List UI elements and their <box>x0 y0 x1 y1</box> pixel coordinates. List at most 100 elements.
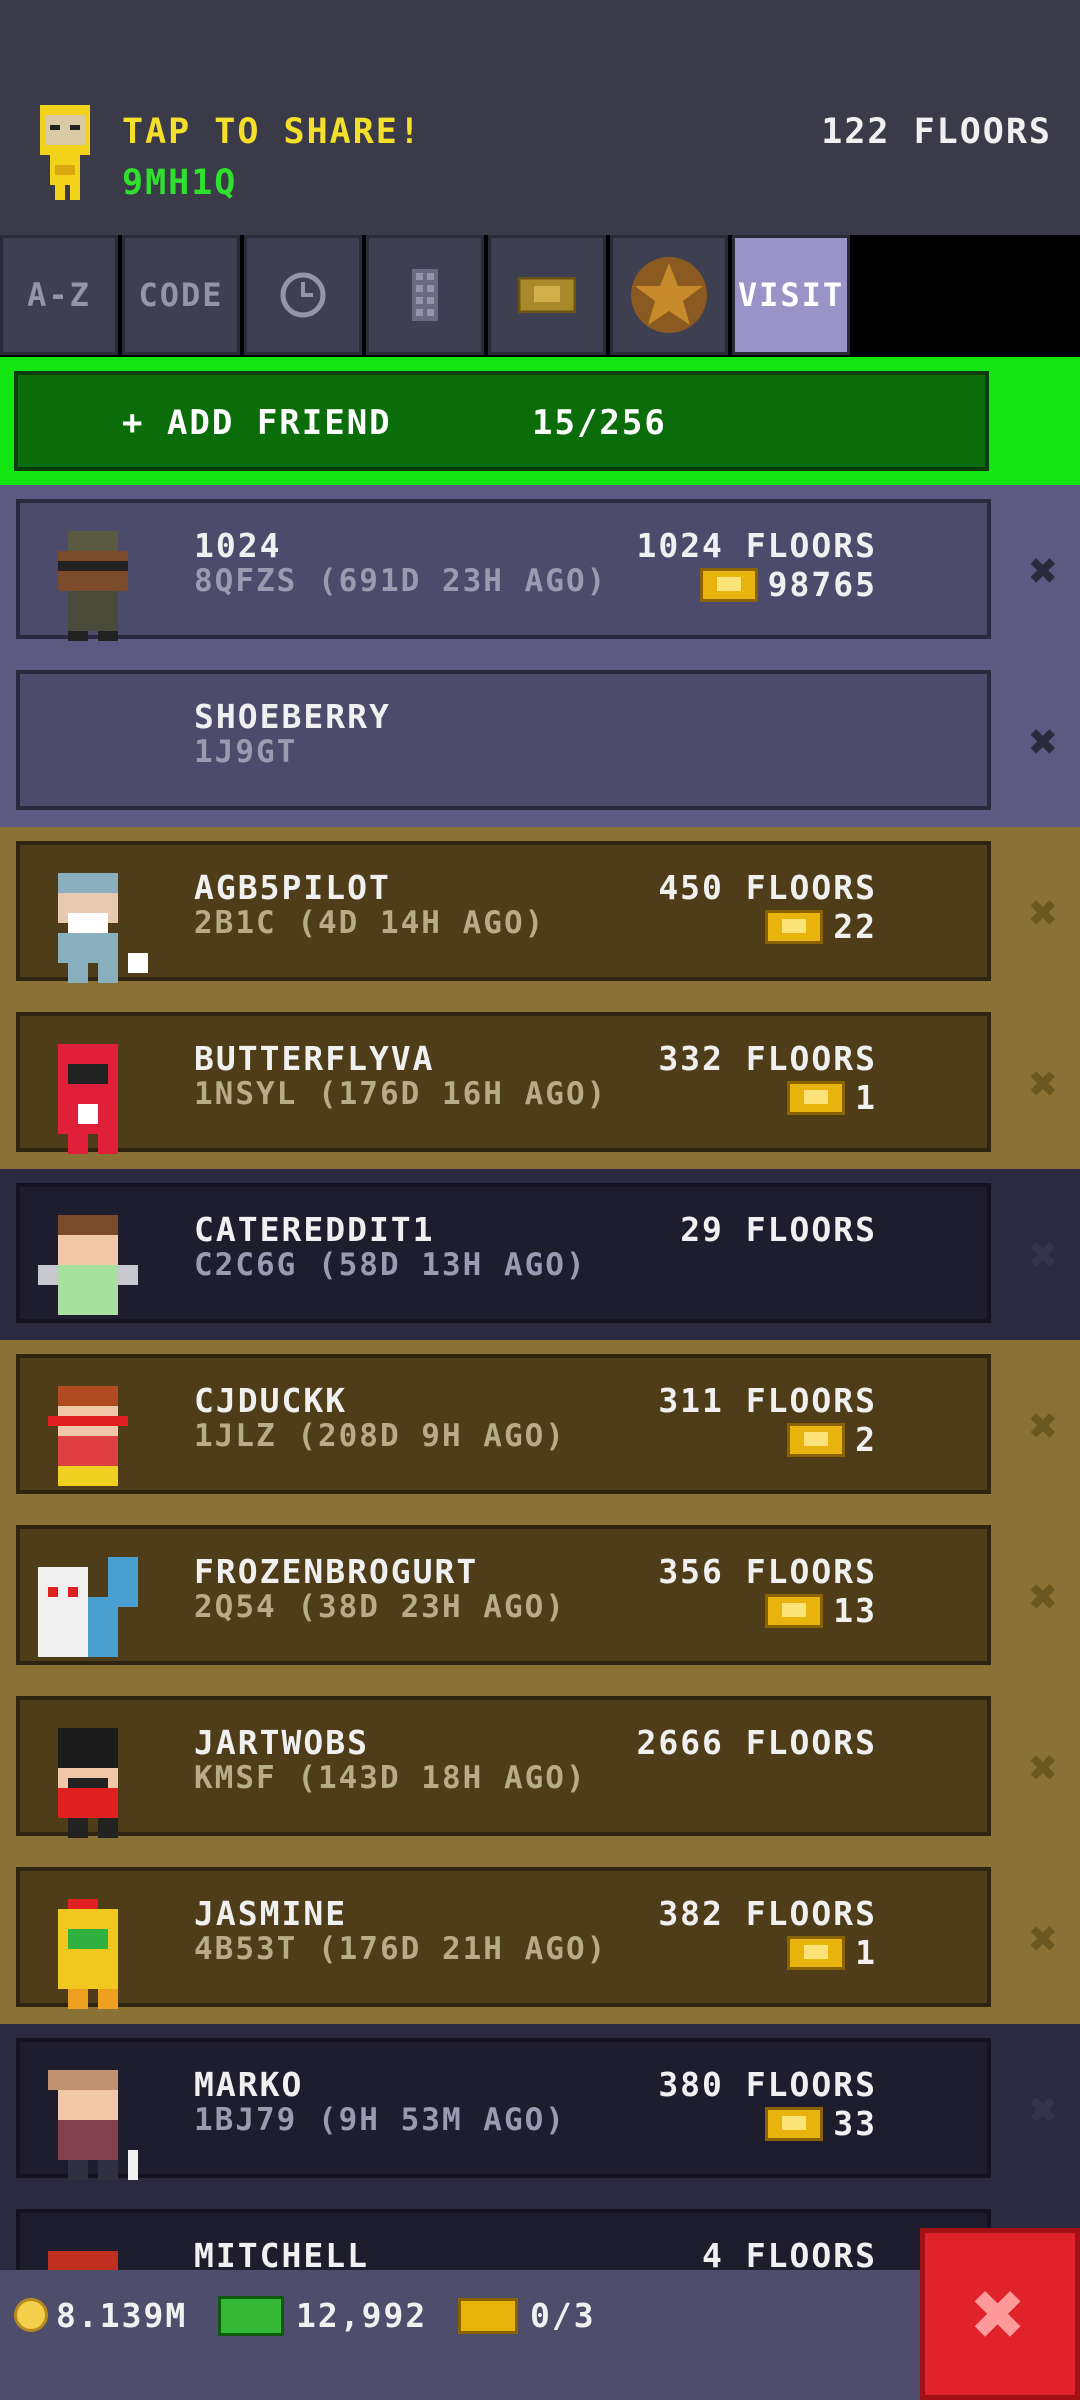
bux-icon <box>787 1422 846 1457</box>
friend-floors: 450 FLOORS <box>658 868 877 907</box>
friend-row[interactable]: JARTWOBS KMSF (143D 18H AGO) 2666 FLOORS… <box>0 1682 1080 1853</box>
coin-icon <box>14 2298 48 2332</box>
friend-card[interactable]: FROZENBROGURT 2Q54 (38D 23H AGO) 356 FLO… <box>16 1525 991 1665</box>
remove-friend-icon[interactable]: ✖ <box>1029 1569 1060 1625</box>
remove-friend-icon[interactable]: ✖ <box>1029 543 1060 599</box>
friend-row[interactable]: AGB5PILOT 2B1C (4D 14H AGO) 450 FLOORS 2… <box>0 827 1080 998</box>
add-friend-bar: + ADD FRIEND 15/256 <box>0 357 1080 485</box>
friend-code: C2C6G (58D 13H AGO) <box>194 1247 587 1283</box>
friend-row[interactable]: BUTTERFLYVA 1NSYL (176D 16H AGO) 332 FLO… <box>0 998 1080 1169</box>
friend-card[interactable]: CATEREDDIT1 C2C6G (58D 13H AGO) 29 FLOOR… <box>16 1183 991 1323</box>
friend-floors: 1024 FLOORS <box>636 526 877 565</box>
friend-name: AGB5PILOT <box>194 868 391 907</box>
tab-rating[interactable] <box>610 235 728 355</box>
coins-value: 8.139M <box>56 2296 188 2335</box>
friend-bux: 13 <box>765 1591 877 1630</box>
bux-icon <box>699 567 758 602</box>
friend-code: KMSF (143D 18H AGO) <box>194 1760 587 1796</box>
bux-icon <box>765 909 824 944</box>
tab-code[interactable]: CODE <box>122 235 240 355</box>
friend-name: CATEREDDIT1 <box>194 1210 435 1249</box>
friend-name: BUTTERFLYVA <box>194 1039 435 1078</box>
friend-card[interactable]: 1024 8QFZS (691D 23H AGO) 1024 FLOORS 98… <box>16 499 991 641</box>
friend-avatar-icon <box>38 1215 138 1315</box>
add-friend-button[interactable]: + ADD FRIEND 15/256 <box>14 371 989 471</box>
friend-card[interactable]: AGB5PILOT 2B1C (4D 14H AGO) 450 FLOORS 2… <box>16 841 991 983</box>
top-bar: TAP TO SHARE! 9MH1Q 122 FLOORS <box>0 0 1080 235</box>
remove-friend-icon[interactable]: ✖ <box>1029 714 1060 770</box>
friend-row[interactable]: CATEREDDIT1 C2C6G (58D 13H AGO) 29 FLOOR… <box>0 1169 1080 1340</box>
bux-icon <box>518 277 576 313</box>
bux-icon <box>458 2298 518 2334</box>
remove-friend-icon[interactable]: ✖ <box>1029 1911 1060 1967</box>
friend-list[interactable]: 1024 8QFZS (691D 23H AGO) 1024 FLOORS 98… <box>0 485 1080 2270</box>
tab-visit[interactable]: VISIT <box>732 235 850 355</box>
remove-friend-icon[interactable]: ✖ <box>1029 1398 1060 1454</box>
friend-floors: 311 FLOORS <box>658 1381 877 1420</box>
remove-friend-icon[interactable]: ✖ <box>1029 2082 1060 2138</box>
tab-recent[interactable] <box>244 235 362 355</box>
sort-tabs: A-Z CODE VISIT <box>0 235 1080 357</box>
friend-card[interactable]: MARKO 1BJ79 (9H 53M AGO) 380 FLOORS 33 <box>16 2038 991 2180</box>
friend-avatar-icon <box>48 2251 118 2270</box>
friend-card[interactable]: BUTTERFLYVA 1NSYL (176D 16H AGO) 332 FLO… <box>16 1012 991 1154</box>
bux-icon <box>787 1935 846 1970</box>
friend-row[interactable]: CJDUCKK 1JLZ (208D 9H AGO) 311 FLOORS 2 … <box>0 1340 1080 1511</box>
friend-row[interactable]: JASMINE 4B53T (176D 21H AGO) 382 FLOORS … <box>0 1853 1080 2024</box>
friend-name: JASMINE <box>194 1894 348 1933</box>
friend-avatar-icon <box>58 531 128 641</box>
bux-value: 13 <box>833 1591 877 1630</box>
remove-friend-icon[interactable]: ✖ <box>1029 1740 1060 1796</box>
cash-value: 12,992 <box>296 2296 428 2335</box>
tab-a-z[interactable]: A-Z <box>0 235 118 355</box>
star-icon <box>631 257 707 333</box>
bux-value: 22 <box>833 907 877 946</box>
bux-value: 1 <box>855 1078 877 1117</box>
bux-icon <box>787 1080 846 1115</box>
friend-row[interactable]: FROZENBROGURT 2Q54 (38D 23H AGO) 356 FLO… <box>0 1511 1080 1682</box>
friend-card[interactable]: JASMINE 4B53T (176D 21H AGO) 382 FLOORS … <box>16 1867 991 2009</box>
friend-row[interactable]: MITCHELL 4 FLOORS <box>0 2195 1080 2270</box>
friend-name: 1024 <box>194 526 282 565</box>
add-friend-label: + ADD FRIEND <box>122 403 392 443</box>
bux-icon <box>765 1593 824 1628</box>
close-icon: ✖ <box>971 2261 1029 2367</box>
friend-name: MARKO <box>194 2065 304 2104</box>
friend-code: 8QFZS (691D 23H AGO) <box>194 563 608 599</box>
remove-friend-icon[interactable]: ✖ <box>1029 1227 1060 1283</box>
friend-bux: 1 <box>787 1078 877 1117</box>
bux-value: 98765 <box>767 565 877 604</box>
friend-code: 2B1C (4D 14H AGO) <box>194 905 546 941</box>
tab-label: A-Z <box>27 276 91 314</box>
tap-to-share-label[interactable]: TAP TO SHARE! <box>122 112 422 152</box>
friend-card[interactable]: CJDUCKK 1JLZ (208D 9H AGO) 311 FLOORS 2 <box>16 1354 991 1494</box>
friend-code: 2Q54 (38D 23H AGO) <box>194 1589 566 1625</box>
friend-code: 1BJ79 (9H 53M AGO) <box>194 2102 566 2138</box>
friend-bux: 33 <box>765 2104 877 2143</box>
tab-bux[interactable] <box>488 235 606 355</box>
friend-card[interactable]: MITCHELL 4 FLOORS <box>16 2209 991 2270</box>
cash-icon <box>218 2296 284 2336</box>
friend-bux: 98765 <box>699 565 877 604</box>
friend-card[interactable]: SHOEBERRY 1J9GT <box>16 670 991 810</box>
friend-avatar-icon <box>58 873 148 983</box>
friend-row[interactable]: 1024 8QFZS (691D 23H AGO) 1024 FLOORS 98… <box>0 485 1080 656</box>
bux-icon <box>765 2106 824 2141</box>
remove-friend-icon[interactable]: ✖ <box>1029 1056 1060 1112</box>
friend-card[interactable]: JARTWOBS KMSF (143D 18H AGO) 2666 FLOORS <box>16 1696 991 1838</box>
friend-bux: 22 <box>765 907 877 946</box>
friend-name: CJDUCKK <box>194 1381 348 1420</box>
friend-code: 1JLZ (208D 9H AGO) <box>194 1418 566 1454</box>
avatar-icon[interactable] <box>30 105 100 200</box>
close-button[interactable]: ✖ <box>920 2228 1080 2400</box>
friend-row[interactable]: SHOEBERRY 1J9GT ✖ <box>0 656 1080 827</box>
player-code: 9MH1Q <box>122 163 238 203</box>
friend-floors: 380 FLOORS <box>658 2065 877 2104</box>
friend-row[interactable]: MARKO 1BJ79 (9H 53M AGO) 380 FLOORS 33 ✖ <box>0 2024 1080 2195</box>
friend-floors: 382 FLOORS <box>658 1894 877 1933</box>
remove-friend-icon[interactable]: ✖ <box>1029 885 1060 941</box>
friend-name: SHOEBERRY <box>194 697 391 736</box>
friend-avatar-icon <box>48 2070 138 2180</box>
tab-floors[interactable] <box>366 235 484 355</box>
friend-code: 1J9GT <box>194 734 298 770</box>
